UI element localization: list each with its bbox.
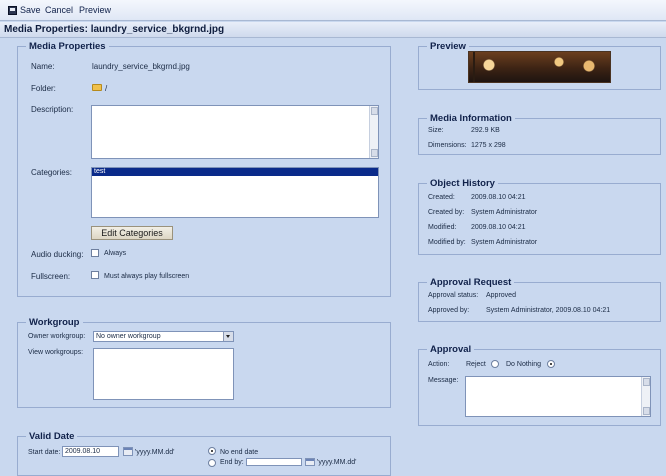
calendar-icon[interactable] [123,447,133,456]
approval-request-legend: Approval Request [427,277,515,288]
valid-date-legend: Valid Date [26,431,78,442]
start-date-format: 'yyyy.MM.dd' [135,449,175,456]
created-by-value: System Administrator [471,209,538,216]
action-label: Action: [428,361,450,368]
view-workgroups-label: View workgroups: [28,349,84,356]
save-icon[interactable] [8,6,17,15]
approval-status-label: Approval status: [428,292,479,299]
preview-button[interactable]: Preview [79,5,111,15]
page-title: Media Properties: laundry_service_bkgrnd… [0,22,666,38]
start-date-label: Start date: [28,449,61,456]
fullscreen-checkbox[interactable] [91,271,99,279]
owner-workgroup-select[interactable]: No owner workgroup [93,331,234,342]
do-nothing-label: Do Nothing [506,361,542,368]
folder-icon[interactable] [92,84,102,91]
do-nothing-radio[interactable] [547,360,555,368]
modified-value: 2009.08.10 04:21 [471,224,526,231]
audio-ducking-option: Always [104,250,127,257]
start-date-input[interactable]: 2009.08.10 [62,446,119,457]
preview-image[interactable] [468,51,611,83]
approved-by-value: System Administrator, 2009.08.10 04:21 [486,307,611,314]
message-textarea[interactable] [465,376,651,417]
folder-label: Folder: [31,84,56,93]
media-properties-legend: Media Properties [26,41,109,52]
approval-legend: Approval [427,344,475,355]
media-information-legend: Media Information [427,113,515,124]
approved-by-label: Approved by: [428,307,470,314]
audio-ducking-label: Audio ducking: [31,250,84,259]
no-end-date-label: No end date [220,449,259,456]
message-label: Message: [428,377,459,384]
message-scrollbar[interactable] [641,377,650,416]
reject-radio[interactable] [491,360,499,368]
created-label: Created: [428,194,455,201]
owner-workgroup-value: No owner workgroup [96,333,161,340]
description-scrollbar[interactable] [369,106,378,158]
fullscreen-label: Fullscreen: [31,272,71,281]
end-date-input[interactable] [246,458,302,466]
description-label: Description: [31,105,74,114]
end-date-format: 'yyyy.MM.dd' [317,459,357,466]
object-history-legend: Object History [427,178,498,189]
preview-legend: Preview [427,41,469,52]
name-value: laundry_service_bkgrnd.jpg [92,62,190,71]
audio-ducking-checkbox[interactable] [91,249,99,257]
modified-by-value: System Administrator [471,239,538,246]
media-information-panel: Media Information [418,113,661,155]
end-by-label: End by: [220,459,244,466]
cancel-button[interactable]: Cancel [45,5,73,15]
modified-label: Modified: [428,224,457,231]
toolbar: Save Cancel Preview [0,0,666,21]
approval-request-panel: Approval Request [418,277,661,322]
fullscreen-option: Must always play fullscreen [104,273,190,280]
category-item[interactable]: test [92,168,378,176]
no-end-date-radio[interactable] [208,447,216,455]
modified-by-label: Modified by: [428,239,466,246]
approval-status-value: Approved [486,292,516,299]
created-by-label: Created by: [428,209,465,216]
name-label: Name: [31,62,55,71]
end-calendar-icon[interactable] [305,458,315,466]
view-workgroups-list[interactable] [93,348,234,400]
description-textarea[interactable] [91,105,379,159]
reject-label: Reject [466,361,486,368]
folder-value: / [105,84,108,93]
created-value: 2009.08.10 04:21 [471,194,526,201]
categories-list[interactable]: test [91,167,379,218]
size-label: Size: [428,127,444,134]
dimensions-label: Dimensions: [428,142,467,149]
size-value: 292.9 KB [471,127,500,134]
owner-workgroup-label: Owner workgroup: [28,333,86,340]
categories-label: Categories: [31,168,72,177]
chevron-down-icon[interactable] [223,332,233,341]
save-button[interactable]: Save [20,5,41,15]
dimensions-value: 1275 x 298 [471,142,506,149]
edit-categories-button[interactable]: Edit Categories [91,226,173,240]
workgroup-legend: Workgroup [26,317,83,328]
